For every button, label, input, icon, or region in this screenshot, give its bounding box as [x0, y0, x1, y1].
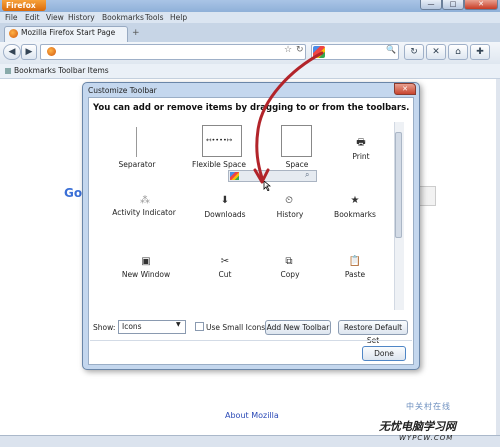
- watermark-zol: 中关村在线: [406, 402, 451, 411]
- watermark-url: WYPCW.COM: [399, 434, 454, 442]
- watermark-site-name: 无忧电脑学习网: [379, 420, 456, 433]
- drag-arrow-icon: [253, 51, 324, 184]
